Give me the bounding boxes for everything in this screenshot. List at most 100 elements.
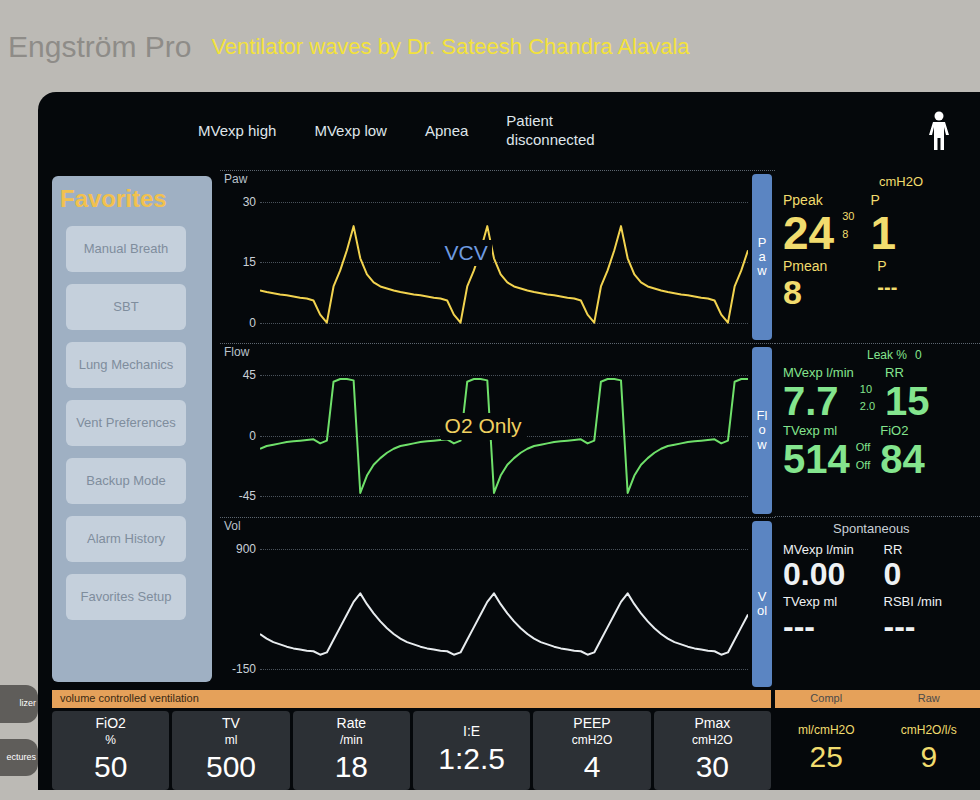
setting-unit: cmH2O xyxy=(572,733,613,748)
setting-unit: /min xyxy=(340,733,363,748)
side-key[interactable]: ectures xyxy=(0,739,38,777)
waveform-label: Vol xyxy=(224,520,241,532)
spontaneous-readings: SpontaneousMVexp l/min0.00RR0TVexp ml---… xyxy=(775,516,980,690)
alarm-label[interactable]: MVexp low xyxy=(314,122,387,141)
waveform-line xyxy=(260,379,748,493)
device-body: lizer ectures MVexp high MVexp low Apnea Pat… xyxy=(0,92,980,800)
side-key[interactable]: lizer xyxy=(0,685,38,723)
setting-label: Rate xyxy=(337,715,367,733)
spontaneous-title: Spontaneous xyxy=(783,521,972,537)
favorite-button[interactable]: SBT xyxy=(66,284,186,330)
grid-line xyxy=(260,549,748,550)
setting-value: 18 xyxy=(335,748,368,786)
waveform-label: Flow xyxy=(224,346,249,358)
waveform-chart xyxy=(260,171,748,343)
device-bezel-top: Engström ProVentilator waves by Dr. Sate… xyxy=(0,0,980,92)
waveform-plot: VCV xyxy=(260,171,748,343)
favorite-button[interactable]: Lung Mechanics xyxy=(66,342,186,388)
alarm-label[interactable]: Apnea xyxy=(425,122,468,141)
axis-tick: -150 xyxy=(232,663,256,675)
ppeak-limits-high: 30 xyxy=(842,210,854,224)
patient-body xyxy=(929,122,949,150)
favorites-column: FavoritesManual BreathSBTLung MechanicsV… xyxy=(38,170,212,690)
tvexp-value: 514 xyxy=(783,439,850,479)
image-caption: Ventilator waves by Dr. Sateesh Chandra … xyxy=(211,30,689,63)
mechanics-group: ComplRawml/cmH2O25cmH2O/l/s9 xyxy=(775,690,980,790)
alarm-label[interactable]: MVexp high xyxy=(198,122,276,141)
waveform-line xyxy=(260,593,748,654)
waveform-row: Vol 900 -150 Vol xyxy=(220,517,775,690)
spontaneous-item-value: 0.00 xyxy=(783,558,872,590)
mvexp-limits-high: 10 xyxy=(860,383,875,397)
spontaneous-item-label: TVexp ml xyxy=(783,594,872,610)
mechanics-value: 9 xyxy=(920,738,937,776)
favorite-button[interactable]: Alarm History xyxy=(66,516,186,562)
tvexp-limits-high: Off xyxy=(856,441,870,455)
rr: RR15 xyxy=(885,365,930,421)
waveform-gutter: Flow450-45 xyxy=(220,344,260,516)
setting-cell[interactable]: FiO2%50 xyxy=(52,711,169,790)
waveform-tab-label: Vol xyxy=(756,590,769,619)
waveform-line xyxy=(260,226,748,323)
setting-value: 4 xyxy=(584,748,601,786)
mvexp: MVexp l/min7.7 xyxy=(783,365,854,421)
spontaneous-item-value: 0 xyxy=(884,558,973,590)
pressure-cut-label: P xyxy=(870,192,896,210)
setting-value: 30 xyxy=(696,748,729,786)
ppeak-label: Ppeak xyxy=(783,192,834,210)
fio2: FiO284 xyxy=(880,423,925,479)
mechanics-label: Raw xyxy=(878,692,980,706)
mechanics-unit: cmH2O/l/s xyxy=(901,723,957,738)
mechanics-label: Compl xyxy=(775,692,878,706)
setting-cell[interactable]: I:E1:2.5 xyxy=(413,711,530,790)
favorite-button[interactable]: Vent Preferences xyxy=(66,400,186,446)
setting-cell[interactable]: PEEPcmH2O4 xyxy=(533,711,650,790)
grid-line xyxy=(260,669,748,670)
grid-line xyxy=(260,202,748,203)
flow-readings: Leak %0 MVexp l/min7.7 102.0 RR15 TVexp ml51… xyxy=(775,343,980,517)
patient-adult-icon xyxy=(926,111,952,151)
waveform-tab-label: Flow xyxy=(756,409,769,452)
setting-cell[interactable]: PmaxcmH2O30 xyxy=(654,711,771,790)
spontaneous-item: TVexp ml--- xyxy=(783,594,872,642)
grid-line xyxy=(260,375,748,376)
pressure-unit: cmH2O xyxy=(783,174,972,190)
setting-label: FiO2 xyxy=(95,715,125,733)
spontaneous-item-value: --- xyxy=(783,610,872,642)
tvexp-limits-low: Off xyxy=(856,459,870,473)
spontaneous-item-label: RR xyxy=(884,542,973,558)
leak-label: Leak % xyxy=(867,348,907,363)
axis-tick: 900 xyxy=(236,543,256,555)
mechanics-cell: cmH2O/l/s9 xyxy=(878,708,980,790)
waveform-tab[interactable]: Paw xyxy=(752,174,772,340)
pressure-cut-value: 1 xyxy=(870,210,896,256)
mechanics-header: ComplRaw xyxy=(775,690,980,708)
pressure-cut: P1 xyxy=(870,192,896,256)
mvexp-limits: 102.0 xyxy=(860,365,875,415)
favorite-button[interactable]: Favorites Setup xyxy=(66,574,186,620)
waveform-tab[interactable]: Vol xyxy=(752,521,772,687)
ppeak-limits-low: 8 xyxy=(842,228,854,242)
tvexp: TVexp ml514 xyxy=(783,423,850,479)
pressure-readings: cmH2OPpeak24308P1Pmean8P--- xyxy=(775,170,980,343)
favorite-button[interactable]: Manual Breath xyxy=(66,226,186,272)
waveform-chart xyxy=(260,518,748,690)
axis-tick: 0 xyxy=(249,430,256,442)
alarm-label[interactable]: Patient disconnected xyxy=(506,112,598,150)
setting-cell[interactable]: TVml500 xyxy=(172,711,289,790)
waveform-tab[interactable]: Flow xyxy=(752,347,772,513)
waveform-gutter: Vol 900 -150 xyxy=(220,518,260,690)
settings-bar: volume controlled ventilationFiO2%50TVml… xyxy=(38,690,980,790)
leak-reading: Leak %0 xyxy=(783,348,972,363)
grid-line xyxy=(260,323,748,324)
mechanics-cell: ml/cmH2O25 xyxy=(775,708,878,790)
tvexp-limits: Off Off xyxy=(856,423,870,473)
pressure-cut: P--- xyxy=(877,258,897,301)
favorite-button[interactable]: Backup Mode xyxy=(66,458,186,504)
setting-label: PEEP xyxy=(573,715,610,733)
fio2-label: FiO2 xyxy=(880,423,925,439)
mechanics-unit: ml/cmH2O xyxy=(798,723,855,738)
setting-label: I:E xyxy=(463,723,480,741)
main-area: FavoritesManual BreathSBTLung MechanicsV… xyxy=(38,170,980,690)
setting-cell[interactable]: Rate/min18 xyxy=(293,711,410,790)
